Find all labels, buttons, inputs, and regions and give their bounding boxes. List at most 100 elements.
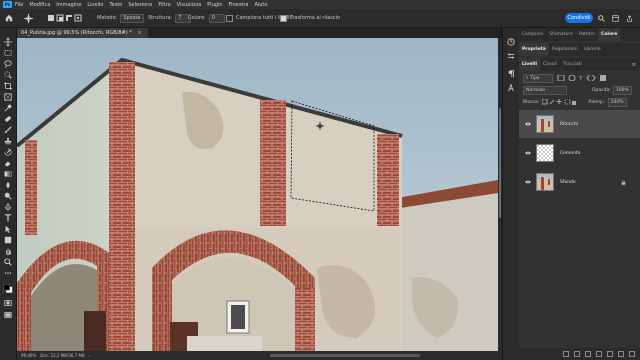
quick-select-icon[interactable] — [3, 71, 13, 79]
lock-fill-row: Blocca: Riemp.: 100% — [519, 97, 640, 107]
panel-menu-icon[interactable]: ≡ — [632, 62, 636, 68]
eyedropper-icon[interactable] — [3, 104, 13, 112]
layer-style-icon[interactable] — [574, 351, 580, 357]
layer-name: Sfondo — [560, 179, 576, 185]
healing-brush-icon[interactable] — [3, 115, 13, 123]
content-aware-move-tool-icon[interactable] — [24, 9, 33, 27]
path-select-icon[interactable] — [3, 225, 13, 233]
dodge-icon[interactable] — [3, 192, 13, 200]
menu-immagine[interactable]: Immagine — [56, 2, 81, 8]
menu-selezione[interactable]: Selezione — [128, 2, 152, 8]
lasso-icon[interactable] — [3, 60, 13, 68]
menu-aiuto[interactable]: Aiuto — [254, 2, 267, 8]
trasforma-checkbox[interactable]: Trasforma al rilascio — [280, 9, 340, 27]
trasforma-label: Trasforma al rilascio — [290, 15, 341, 21]
clone-stamp-icon[interactable] — [3, 137, 13, 145]
tab-campioni[interactable]: Campioni — [519, 28, 546, 41]
color-swatches-icon[interactable] — [3, 282, 13, 294]
menu-finestra[interactable]: Finestra — [229, 2, 249, 8]
pen-icon[interactable] — [3, 203, 13, 211]
screen-mode-icon[interactable] — [3, 311, 13, 319]
tab-librerie[interactable]: Librerie — [581, 43, 604, 56]
crop-icon[interactable] — [3, 82, 13, 90]
eraser-icon[interactable] — [3, 159, 13, 167]
visibility-eye-icon[interactable] — [525, 180, 531, 184]
move-icon[interactable] — [3, 38, 13, 46]
link-layers-icon[interactable] — [563, 351, 569, 357]
horizontal-scrollbar[interactable] — [270, 354, 420, 357]
colore-field[interactable]: 0 — [208, 13, 225, 23]
share-button[interactable]: Condividi — [565, 13, 593, 23]
share-doc-icon[interactable] — [626, 9, 633, 27]
brush-icon[interactable] — [3, 126, 13, 134]
status-chevron-icon[interactable]: › — [89, 353, 91, 358]
scrollbar-thumb[interactable] — [499, 108, 501, 218]
tab-livelli[interactable]: Livelli — [519, 58, 541, 71]
menu-visualizza[interactable]: Visualizza — [177, 2, 202, 8]
menu-testo[interactable]: Testo — [109, 2, 122, 8]
layer-row-cemento[interactable]: Cemento — [519, 139, 640, 167]
menu-livello[interactable]: Livello — [87, 2, 103, 8]
tab-regolazioni[interactable]: Regolazioni — [549, 43, 581, 56]
adjustment-layer-icon[interactable] — [596, 351, 602, 357]
layer-row-sfondo[interactable]: Sfondo — [519, 168, 640, 196]
campiona-check-box[interactable] — [226, 14, 233, 22]
tab-colore[interactable]: Colore — [598, 28, 621, 41]
menu-file[interactable]: File — [15, 2, 23, 8]
tab-proprieta[interactable]: Proprietà — [519, 43, 549, 56]
home-icon[interactable] — [5, 9, 13, 27]
metodo-label: Metodo: — [97, 15, 118, 21]
blur-icon[interactable] — [3, 181, 13, 189]
adjust-panel-icon[interactable] — [507, 52, 515, 60]
history-brush-icon[interactable] — [3, 148, 13, 156]
trasforma-check-box[interactable] — [280, 14, 287, 22]
workspace-icon[interactable] — [612, 9, 619, 27]
struttura-label: Struttura: — [148, 15, 173, 21]
metodo-select[interactable]: Sposta — [120, 13, 145, 23]
filter-kind-select[interactable]: ⌕ Tipo — [523, 73, 553, 83]
metodo-control[interactable]: Metodo: Sposta — [97, 9, 145, 27]
type-icon[interactable] — [3, 214, 13, 222]
delete-layer-icon[interactable] — [629, 351, 635, 357]
menu-modifica[interactable]: Modifica — [29, 2, 50, 8]
tab-canali[interactable]: Canali — [540, 58, 560, 71]
new-group-icon[interactable] — [607, 351, 613, 357]
menu-filtro[interactable]: Filtro — [158, 2, 170, 8]
visibility-eye-icon[interactable] — [525, 151, 531, 155]
gradient-icon[interactable] — [3, 170, 13, 178]
document-canvas[interactable] — [17, 38, 498, 351]
paragraph-icon[interactable] — [507, 70, 515, 78]
lock-icon[interactable] — [621, 179, 626, 185]
document-tab[interactable]: 04_Pulizia.jpg @ 99,5% (Ritocchi, RGB/8#… — [17, 28, 148, 38]
search-icon[interactable] — [598, 9, 605, 27]
fill-label: Riemp.: — [588, 99, 606, 105]
more-tools-icon[interactable] — [3, 269, 13, 277]
menu-bar: Ps File Modifica Immagine Livello Testo … — [0, 0, 640, 9]
lock-options-icons[interactable] — [542, 99, 577, 105]
hand-icon[interactable] — [3, 247, 13, 255]
new-layer-icon[interactable] — [618, 351, 624, 357]
zoom-level[interactable]: 99,46% — [21, 353, 36, 358]
frame-icon[interactable] — [3, 93, 13, 101]
marquee-icon[interactable] — [3, 49, 13, 57]
selection-mode-icons[interactable] — [48, 9, 82, 27]
character-icon[interactable] — [507, 84, 515, 92]
add-mask-icon[interactable] — [585, 351, 591, 357]
tab-pattern[interactable]: Pattern — [576, 28, 598, 41]
tab-sfumature[interactable]: Sfumature — [546, 28, 576, 41]
colore-control[interactable]: Colore: 0 — [188, 9, 225, 27]
tab-tracciati[interactable]: Tracciati — [560, 58, 585, 71]
zoom-icon[interactable] — [3, 258, 13, 266]
history-icon[interactable] — [507, 38, 515, 46]
visibility-eye-icon[interactable] — [525, 122, 531, 126]
shape-icon[interactable] — [3, 236, 13, 244]
layer-filter-icons[interactable]: T — [556, 75, 612, 81]
menu-plugin[interactable]: Plugin — [207, 2, 222, 8]
quick-mask-icon[interactable] — [3, 299, 13, 307]
blend-mode-select[interactable]: Normale — [523, 85, 567, 95]
close-icon[interactable]: × — [137, 30, 141, 36]
opacity-field[interactable]: 100% — [612, 85, 632, 95]
layer-row-ritocchi[interactable]: Ritocchi — [519, 110, 640, 138]
fill-field[interactable]: 100% — [607, 97, 627, 107]
struttura-control[interactable]: Struttura: 7 — [148, 9, 192, 27]
